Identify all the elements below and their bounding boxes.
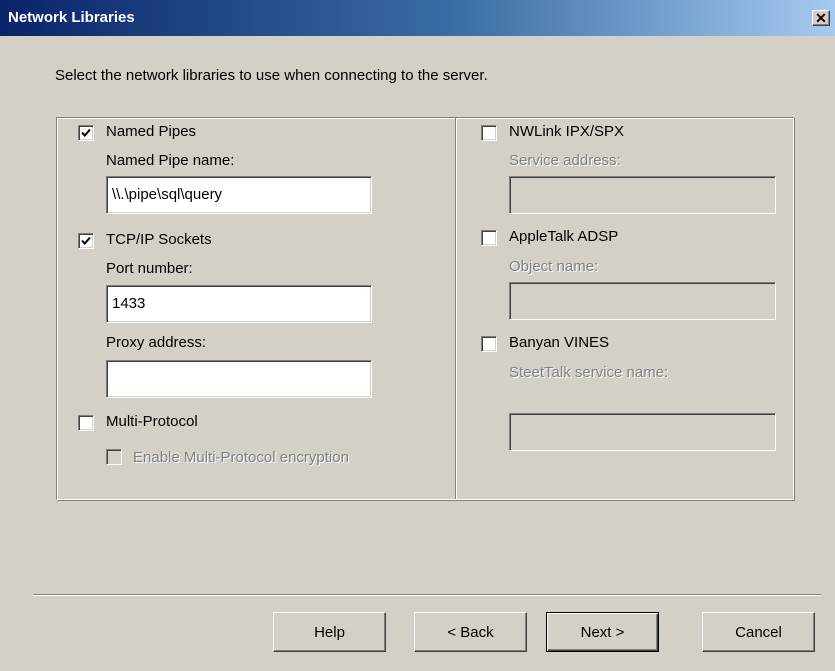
cancel-button-label: Cancel <box>735 623 782 641</box>
steettalk-service-name-label: SteetTalk service name: <box>509 364 669 381</box>
named-pipes-checkbox[interactable] <box>78 125 94 141</box>
multi-protocol-checkbox[interactable] <box>78 415 94 431</box>
help-button[interactable]: Help <box>273 612 386 652</box>
close-button[interactable]: ✕ <box>812 10 830 26</box>
port-number-label: Port number: <box>106 260 193 277</box>
next-button[interactable]: Next > <box>546 612 659 652</box>
proxy-address-label: Proxy address: <box>106 334 207 351</box>
help-button-label: Help <box>314 623 345 641</box>
proxy-address-input[interactable] <box>106 360 372 398</box>
banyan-vines-label[interactable]: Banyan VINES <box>509 334 609 351</box>
banyan-vines-checkbox[interactable] <box>481 336 497 352</box>
named-pipe-name-label: Named Pipe name: <box>106 152 235 169</box>
nwlink-label[interactable]: NWLink IPX/SPX <box>509 123 624 140</box>
close-icon: ✕ <box>815 10 827 26</box>
service-address-input <box>509 176 776 214</box>
title-bar: Network Libraries ✕ <box>0 0 835 36</box>
multi-protocol-label[interactable]: Multi-Protocol <box>106 413 198 430</box>
named-pipes-label[interactable]: Named Pipes <box>106 123 196 140</box>
multi-protocol-encryption-label: Enable Multi-Protocol encryption <box>133 449 349 466</box>
named-pipe-name-input[interactable]: \\.\pipe\sql\query <box>106 176 372 214</box>
checkmark-icon <box>81 128 91 137</box>
group-divider <box>455 118 457 499</box>
appletalk-checkbox[interactable] <box>481 230 497 246</box>
appletalk-label[interactable]: AppleTalk ADSP <box>509 228 618 245</box>
back-button[interactable]: < Back <box>414 612 527 652</box>
window-title: Network Libraries <box>8 9 135 26</box>
checkmark-icon <box>81 236 91 245</box>
back-button-label: < Back <box>447 623 494 641</box>
instruction-text: Select the network libraries to use when… <box>55 67 488 84</box>
object-name-input <box>509 282 776 320</box>
service-address-label: Service address: <box>509 152 621 169</box>
port-number-input[interactable]: 1433 <box>106 285 372 323</box>
tcpip-sockets-label[interactable]: TCP/IP Sockets <box>106 231 212 248</box>
button-separator <box>33 594 821 596</box>
object-name-label: Object name: <box>509 258 599 275</box>
next-button-label: Next > <box>580 623 625 641</box>
nwlink-checkbox[interactable] <box>481 125 497 141</box>
multi-protocol-encryption-checkbox <box>106 449 122 465</box>
steettalk-service-name-input <box>509 413 776 451</box>
tcpip-sockets-checkbox[interactable] <box>78 233 94 249</box>
cancel-button[interactable]: Cancel <box>702 612 815 652</box>
